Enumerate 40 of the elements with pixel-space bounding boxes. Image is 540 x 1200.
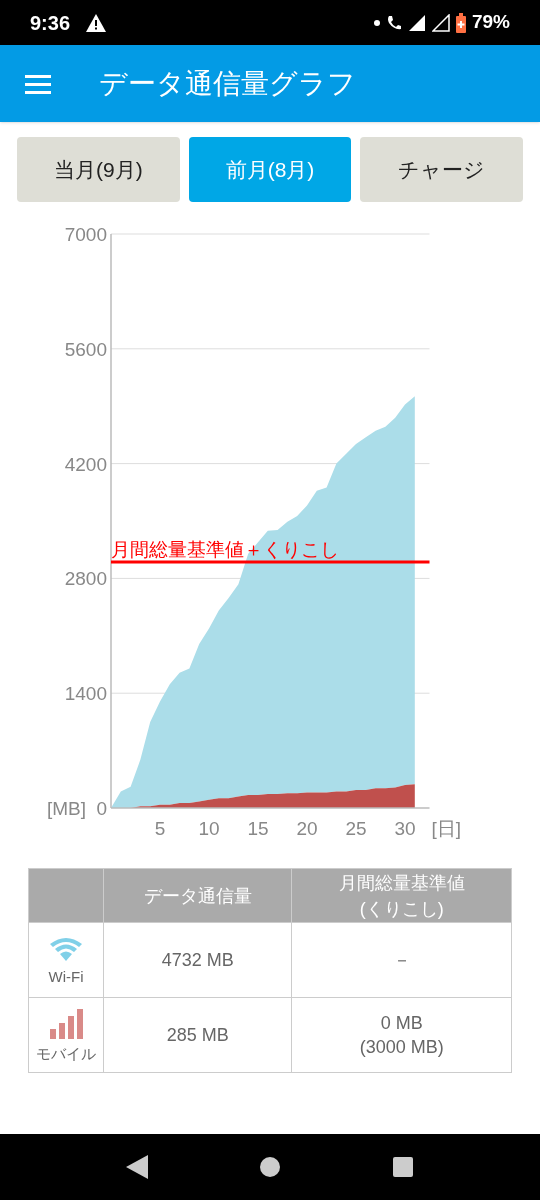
month-tab[interactable]: 当月(9月) — [17, 137, 180, 202]
app-title: データ通信量グラフ — [99, 66, 356, 101]
recents-icon[interactable] — [392, 1156, 415, 1178]
no-signal-icon — [431, 13, 450, 32]
y-tick-label: 2800 — [64, 568, 107, 590]
threshold-label: 月間総量基準値＋くりこし — [111, 539, 339, 560]
usage-cell: 4732 MB — [103, 922, 292, 998]
y-tick-label: 7000 — [64, 224, 107, 245]
usage-cell: 285 MB — [103, 997, 292, 1073]
x-tick-label: 5 — [154, 818, 166, 839]
warning-icon — [86, 13, 107, 32]
signal-icon — [407, 13, 426, 32]
allowance-cell: － — [291, 922, 512, 998]
signal-bars-icon — [49, 1008, 83, 1039]
x-tick-label: 15 — [247, 818, 269, 839]
x-tick-label: 20 — [296, 818, 318, 839]
connection-label: Wi-Fi — [48, 966, 84, 987]
y-tick-label: 1400 — [64, 683, 107, 705]
wifi-icon — [49, 935, 83, 962]
y-tick-label: 5600 — [64, 338, 107, 360]
phone-icon — [385, 13, 402, 32]
y-axis-label: [MB] — [46, 798, 86, 819]
back-icon[interactable] — [125, 1155, 148, 1179]
column-header: データ通信量 — [103, 868, 292, 923]
home-icon[interactable] — [259, 1156, 281, 1178]
x-tick-label: 25 — [345, 818, 367, 839]
dot-icon — [373, 19, 380, 26]
battery-icon — [455, 12, 466, 33]
month-tab[interactable]: チャージ — [360, 137, 523, 202]
x-tick-label: 30 — [394, 818, 416, 839]
y-tick-label: 4200 — [64, 453, 107, 475]
x-axis-label: [日] — [431, 818, 462, 839]
battery-percent: 79% — [471, 10, 510, 35]
clock: 9:36 — [30, 10, 71, 36]
column-header: 月間総量基準値 (くりこし) — [291, 868, 512, 923]
y-tick-label: 0 — [96, 798, 107, 819]
x-tick-label: 10 — [198, 818, 220, 839]
connection-label: モバイル — [36, 1043, 96, 1064]
allowance-cell: 0 MB (3000 MB) — [291, 997, 512, 1073]
menu-icon[interactable] — [25, 73, 51, 94]
